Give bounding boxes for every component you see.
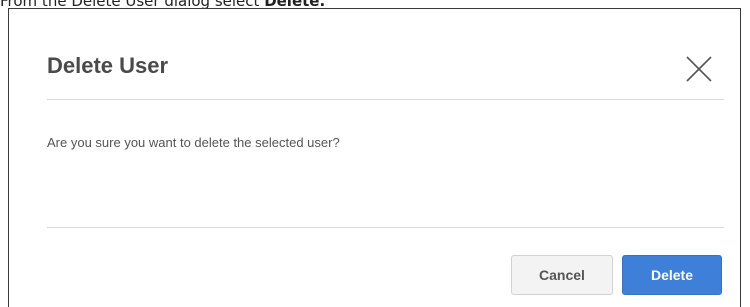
- confirmation-message: Are you sure you want to delete the sele…: [47, 135, 340, 150]
- delete-user-dialog: Delete User Are you sure you want to del…: [8, 8, 741, 307]
- footer-divider: [47, 227, 724, 228]
- header-divider: [47, 99, 724, 100]
- cancel-button[interactable]: Cancel: [511, 255, 613, 295]
- dialog-title: Delete User: [47, 53, 169, 78]
- delete-button[interactable]: Delete: [622, 255, 722, 295]
- close-button[interactable]: [684, 54, 714, 84]
- close-icon: [686, 56, 712, 82]
